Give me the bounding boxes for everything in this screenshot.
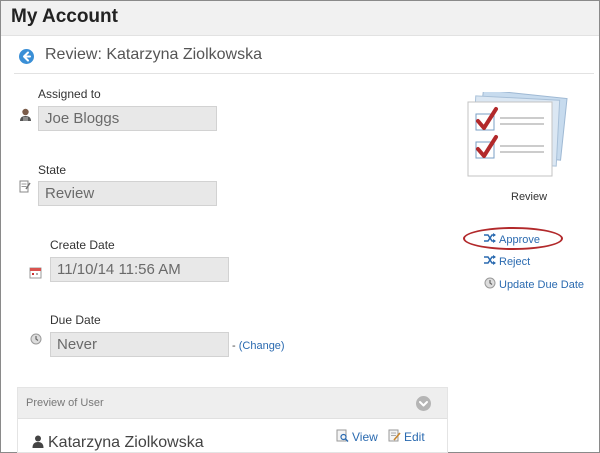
create-date-field: 11/10/14 11:56 AM	[50, 257, 229, 282]
view-page-icon	[336, 429, 349, 445]
view-label: View	[352, 430, 378, 444]
preview-header: Preview of User	[18, 388, 447, 419]
edit-user-button[interactable]: Edit	[388, 429, 425, 445]
create-date-label: Create Date	[50, 238, 115, 252]
collapse-chevron-icon[interactable]	[416, 396, 431, 411]
state-field: Review	[38, 181, 217, 206]
user-icon	[32, 435, 44, 453]
preview-title: Preview of User	[26, 397, 104, 409]
edit-label: Edit	[404, 430, 425, 444]
divider	[14, 73, 594, 74]
reject-label: Reject	[499, 255, 531, 268]
reject-action[interactable]: Reject	[484, 255, 530, 268]
view-user-button[interactable]: View	[336, 429, 378, 445]
clock-icon	[30, 332, 42, 350]
calendar-icon	[29, 266, 42, 284]
document-edit-icon	[19, 180, 31, 198]
change-due-date-link[interactable]: (Change)	[239, 340, 285, 352]
due-date-field: Never	[50, 332, 229, 357]
review-caption: Review	[511, 191, 548, 203]
review-title: Review: Katarzyna Ziolkowska	[45, 46, 262, 63]
update-due-date-label: Update Due Date	[499, 278, 584, 291]
approve-action[interactable]: Approve	[484, 233, 540, 246]
clock-icon	[484, 277, 496, 292]
preview-panel: Preview of User Katarzyna Ziolkowska Vie…	[17, 387, 448, 453]
state-label: State	[38, 163, 67, 177]
title-bar: My Account	[1, 1, 599, 36]
change-prefix: -	[232, 340, 239, 352]
preview-user-name: Katarzyna Ziolkowska	[48, 434, 204, 451]
due-date-change: - (Change)	[232, 340, 285, 352]
review-checklist-icon	[466, 89, 572, 189]
assigned-to-label: Assigned to	[38, 87, 101, 101]
shuffle-icon	[484, 233, 496, 246]
back-arrow-icon[interactable]	[19, 49, 34, 64]
user-avatar-icon	[19, 108, 32, 127]
update-due-date-action[interactable]: Update Due Date	[484, 277, 584, 292]
edit-page-icon	[388, 429, 401, 445]
due-date-label: Due Date	[50, 313, 101, 327]
page-title: My Account	[11, 6, 118, 27]
approve-label: Approve	[499, 233, 540, 246]
shuffle-icon	[484, 255, 496, 268]
assigned-to-field: Joe Bloggs	[38, 106, 217, 131]
